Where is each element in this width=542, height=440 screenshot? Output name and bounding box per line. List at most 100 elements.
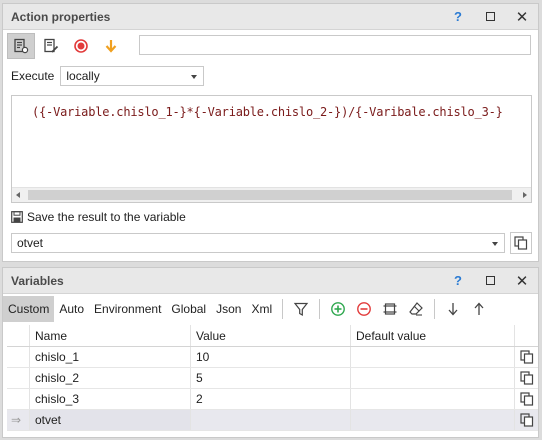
copy-row-button[interactable] (515, 347, 538, 367)
column-header-value[interactable]: Value (191, 325, 351, 346)
variables-panel-header: Variables ? ✕ (3, 268, 538, 294)
execute-row: Execute locally (11, 66, 205, 86)
record-button[interactable] (67, 33, 95, 59)
maximize-button[interactable] (474, 268, 506, 294)
variable-value-cell[interactable]: 5 (191, 368, 351, 388)
edit-notes-icon (44, 38, 59, 53)
add-icon (331, 302, 346, 316)
variable-default-cell[interactable] (351, 410, 515, 430)
variable-name-cell[interactable]: chislo_3 (30, 389, 191, 409)
remove-variable-button[interactable] (351, 296, 377, 322)
tab-global[interactable]: Global (166, 296, 211, 322)
variables-panel: Variables ? ✕ Custom Auto Environment Gl… (2, 267, 539, 438)
filter-icon (293, 302, 309, 317)
copy-icon (519, 392, 533, 406)
toolbar-separator (282, 299, 284, 319)
execute-select-value: locally (66, 69, 100, 83)
arrow-down-icon (105, 40, 117, 53)
clear-values-button[interactable] (377, 296, 403, 322)
variable-value-cell[interactable] (191, 410, 351, 430)
chevron-down-icon (492, 242, 498, 246)
row-marker-arrow-icon: ⇒ (7, 410, 30, 430)
execute-label: Execute (11, 69, 55, 83)
tab-custom[interactable]: Custom (3, 296, 55, 322)
eraser-icon (409, 302, 423, 316)
horizontal-scrollbar[interactable] (12, 187, 531, 202)
variable-value-cell[interactable]: 2 (191, 389, 351, 409)
table-row[interactable]: chislo_2 5 (7, 368, 538, 389)
add-variable-button[interactable] (325, 296, 351, 322)
variable-default-cell[interactable] (351, 368, 515, 388)
action-panel-header: Action properties ? ✕ (3, 4, 538, 30)
result-variable-select[interactable]: otvet (11, 233, 505, 253)
eraser-button[interactable] (403, 296, 429, 322)
action-comment-input[interactable] (139, 35, 531, 55)
variables-panel-title: Variables (11, 273, 64, 288)
result-variable-value: otvet (17, 236, 44, 250)
action-properties-panel: Action properties ? ✕ Execute locally ({… (2, 3, 539, 262)
copy-row-button[interactable] (515, 389, 538, 409)
row-marker-header (7, 325, 30, 346)
variable-name-cell[interactable]: chislo_2 (30, 368, 191, 388)
variable-name-cell[interactable]: otvet (30, 410, 191, 430)
variables-table: Name Value Default value chislo_1 10 chi… (7, 325, 538, 431)
maximize-icon (485, 12, 495, 21)
variables-toolbar: Custom Auto Environment Global Json Xml (3, 295, 538, 323)
action-toolbar (3, 31, 538, 61)
toolbar-separator (434, 299, 436, 319)
column-header-default[interactable]: Default value (351, 325, 515, 346)
save-result-row: Save the result to the variable (11, 210, 186, 224)
clear-icon (383, 303, 397, 315)
table-header: Name Value Default value (7, 325, 538, 347)
variable-default-cell[interactable] (351, 347, 515, 367)
table-row[interactable]: chislo_1 10 (7, 347, 538, 368)
move-down-button[interactable] (440, 296, 466, 322)
maximize-button[interactable] (474, 4, 506, 30)
variable-default-cell[interactable] (351, 389, 515, 409)
move-up-button[interactable] (466, 296, 492, 322)
close-button[interactable]: ✕ (506, 268, 538, 294)
row-marker (7, 347, 30, 367)
close-button[interactable]: ✕ (506, 4, 538, 30)
copy-icon (519, 371, 533, 385)
variable-value-cell[interactable]: 10 (191, 347, 351, 367)
copy-icon (519, 350, 533, 364)
maximize-icon (485, 276, 495, 285)
scroll-thumb[interactable] (28, 190, 512, 200)
help-button[interactable]: ? (442, 268, 474, 294)
copy-icon (519, 413, 533, 427)
row-marker (7, 389, 30, 409)
copy-row-button[interactable] (515, 410, 538, 430)
arrow-down-icon (448, 303, 458, 316)
copy-row-button[interactable] (515, 368, 538, 388)
tab-xml[interactable]: Xml (246, 296, 277, 322)
edit-notes-button[interactable] (37, 33, 65, 59)
tab-environment[interactable]: Environment (89, 296, 166, 322)
table-row[interactable]: chislo_3 2 (7, 389, 538, 410)
filter-button[interactable] (288, 296, 314, 322)
table-row-selected[interactable]: ⇒ otvet (7, 410, 538, 431)
expression-editor[interactable]: ({-Variable.chislo_1-}*{-Variable.chislo… (11, 95, 532, 203)
column-header-actions (515, 325, 538, 346)
arrow-up-icon (474, 302, 484, 315)
save-result-label: Save the result to the variable (27, 210, 186, 224)
run-to-here-button[interactable] (97, 33, 125, 59)
chevron-down-icon (191, 75, 198, 79)
variable-name-cell[interactable]: chislo_1 (30, 347, 191, 367)
action-panel-title: Action properties (11, 9, 111, 24)
column-header-name[interactable]: Name (30, 325, 191, 346)
help-button[interactable]: ? (442, 4, 474, 30)
copy-variable-button[interactable] (510, 232, 532, 254)
save-icon (11, 211, 23, 223)
copy-icon (514, 236, 528, 250)
properties-view-button[interactable] (7, 33, 35, 59)
scroll-left-icon[interactable] (16, 192, 20, 198)
execute-select[interactable]: locally (60, 66, 205, 86)
tab-json[interactable]: Json (211, 296, 246, 322)
scroll-right-icon[interactable] (523, 192, 527, 198)
toolbar-separator (319, 299, 321, 319)
expression-text: ({-Variable.chislo_1-}*{-Variable.chislo… (32, 105, 503, 119)
row-marker (7, 368, 30, 388)
record-icon (74, 39, 88, 53)
tab-auto[interactable]: Auto (54, 296, 89, 322)
